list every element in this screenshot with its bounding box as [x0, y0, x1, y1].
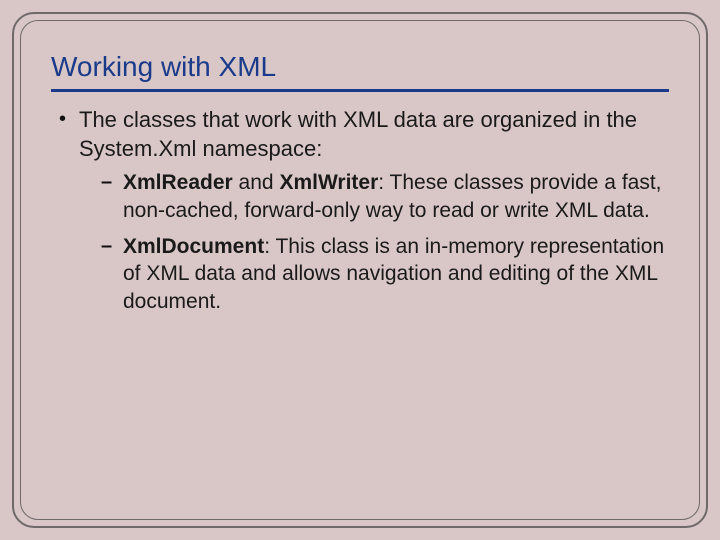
list-item: XmlDocument: This class is an in-memory … [99, 233, 669, 316]
slide-content: Working with XML The classes that work w… [20, 20, 700, 520]
bullet-list: The classes that work with XML data are … [51, 106, 669, 316]
list-item: The classes that work with XML data are … [57, 106, 669, 316]
bold-term: XmlDocument [123, 235, 264, 258]
bold-term: XmlReader [123, 171, 233, 194]
title-underline [51, 89, 669, 92]
text: and [233, 171, 280, 194]
list-item: XmlReader and XmlWriter: These classes p… [99, 169, 669, 224]
slide-title: Working with XML [51, 51, 669, 83]
bullet-text: The classes that work with XML data are … [79, 107, 637, 161]
bold-term: XmlWriter [279, 171, 378, 194]
slide-frame: Working with XML The classes that work w… [12, 12, 708, 528]
sub-bullet-list: XmlReader and XmlWriter: These classes p… [79, 169, 669, 316]
